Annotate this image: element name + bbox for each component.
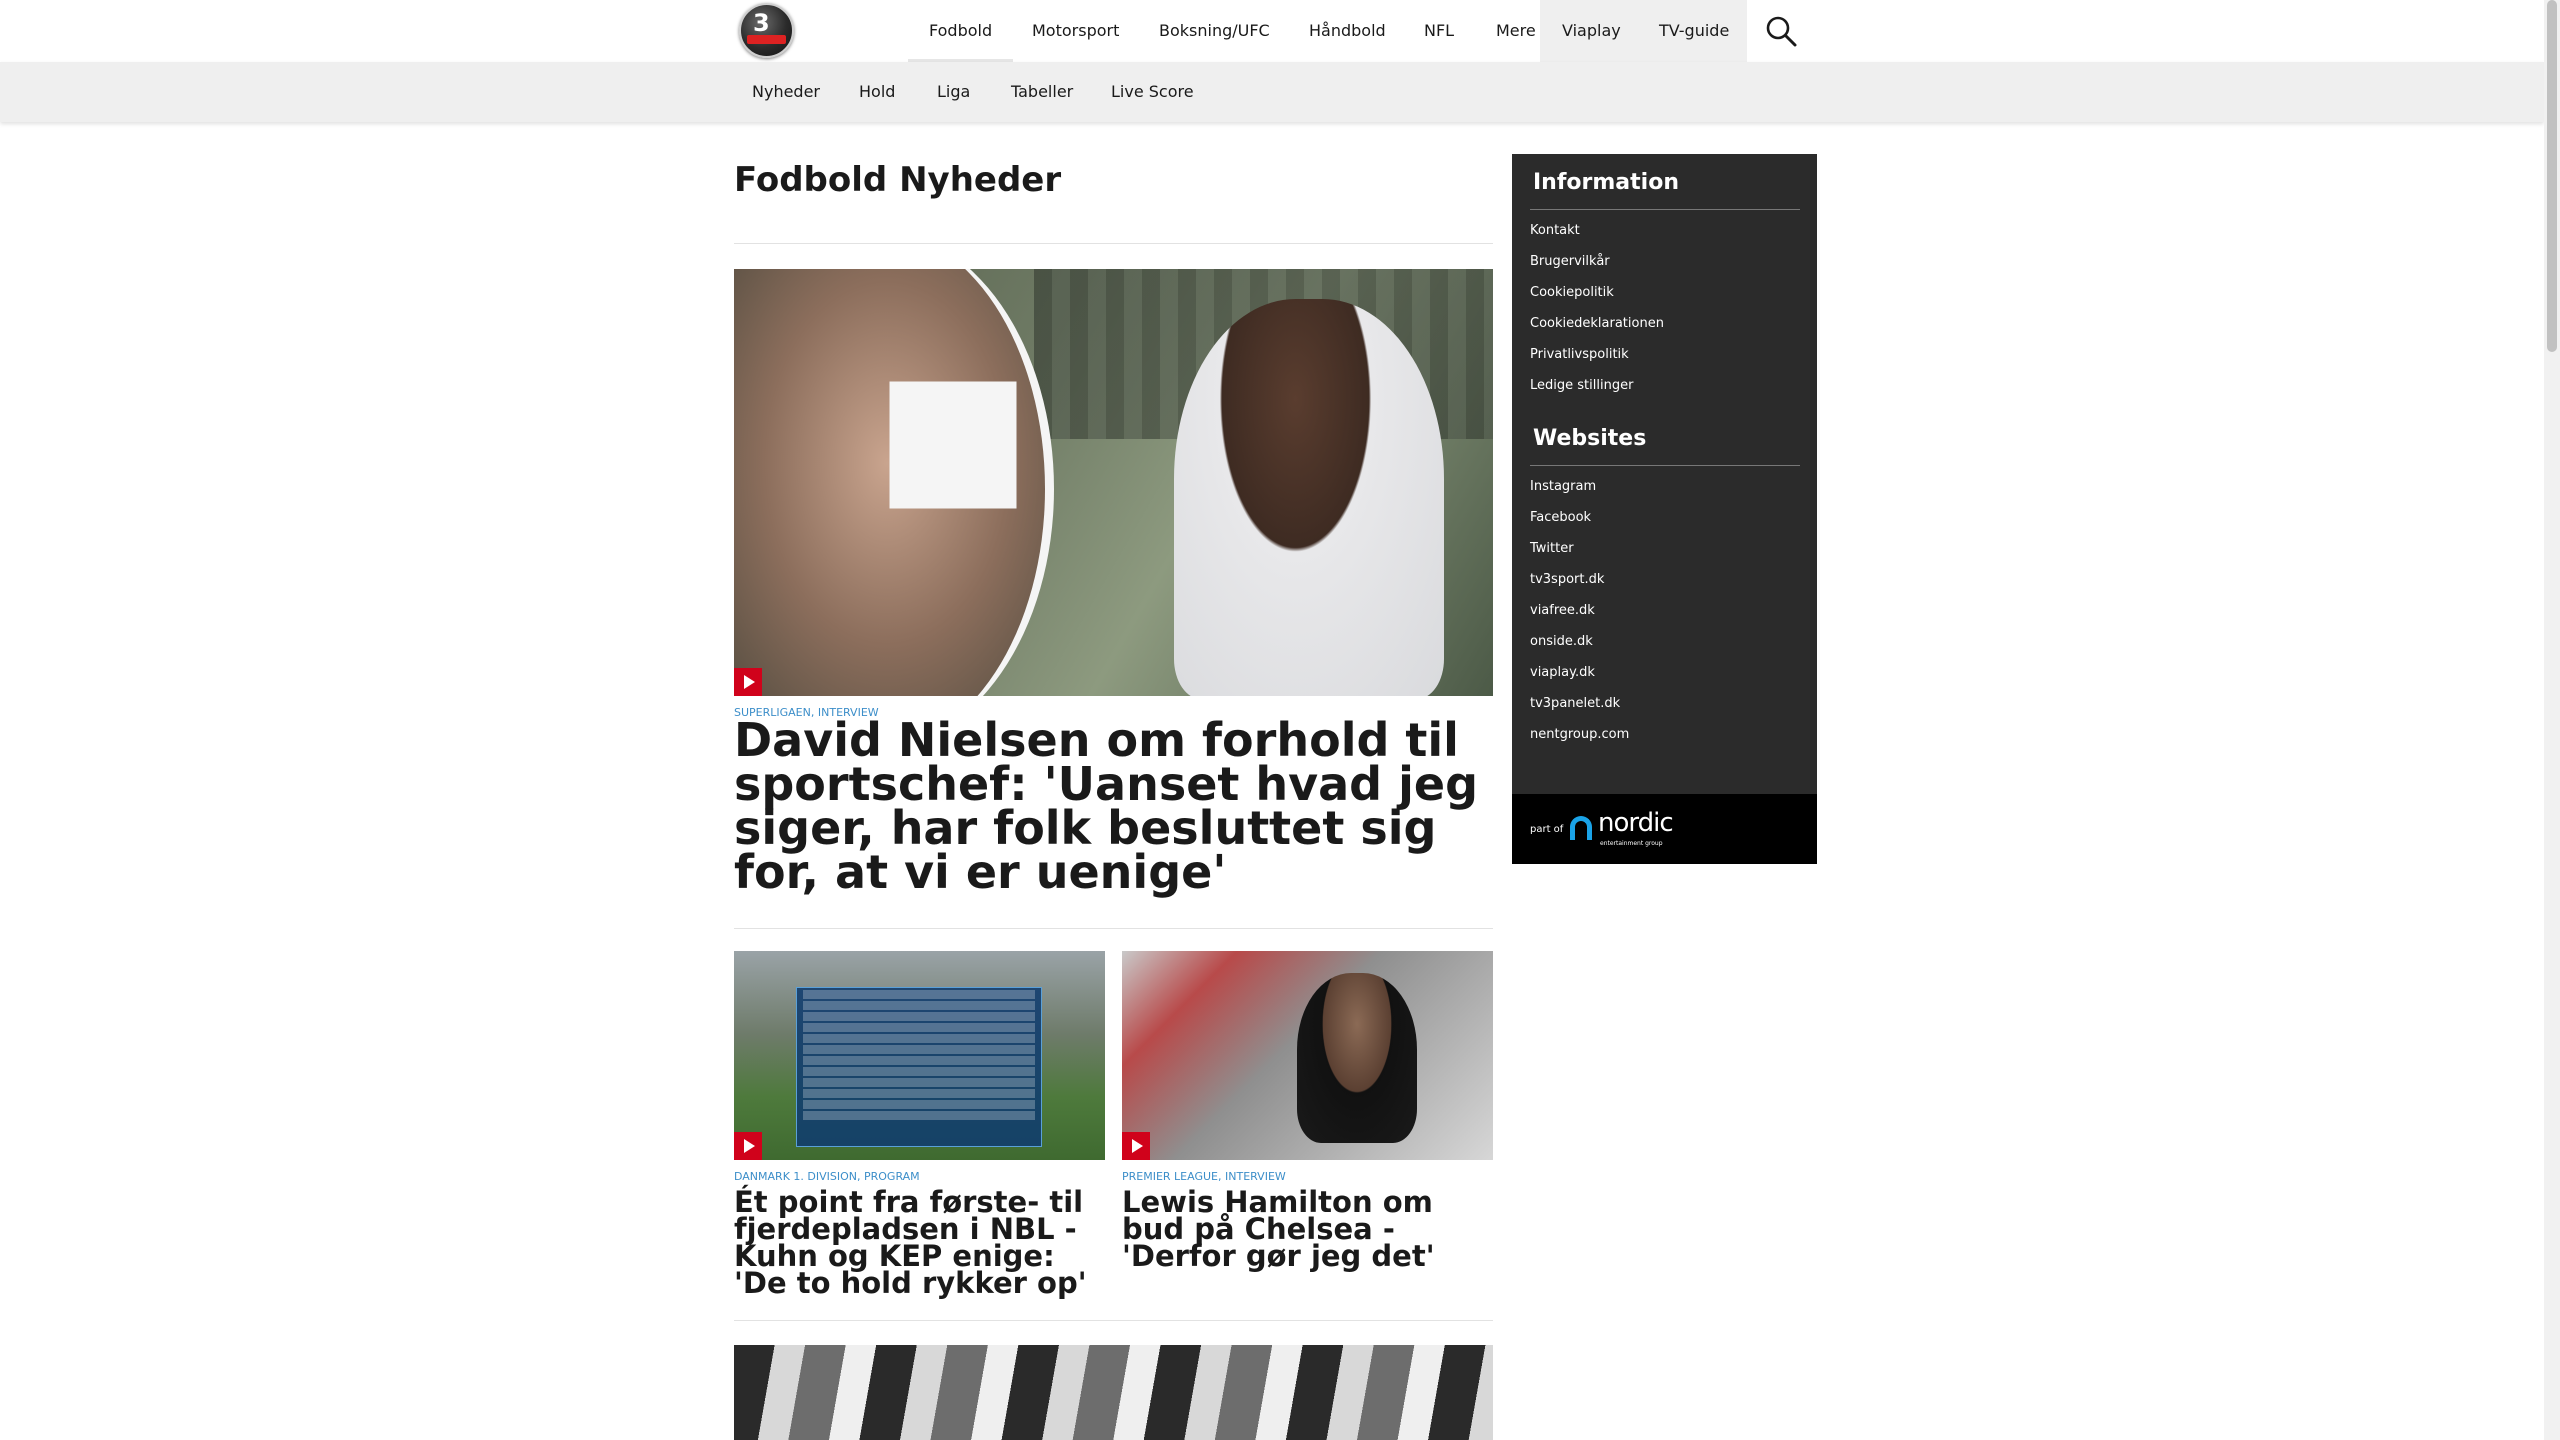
nav-mere[interactable]: Mere <box>1496 0 1536 62</box>
coach-portrait <box>734 269 1054 696</box>
play-icon[interactable] <box>1122 1132 1150 1160</box>
sidebar-link-brugervilkar[interactable]: Brugervilkår <box>1530 254 1610 269</box>
sidebar-link-kontakt[interactable]: Kontakt <box>1530 223 1580 238</box>
tag-link[interactable]: INTERVIEW <box>1225 1170 1286 1183</box>
nav-tv-guide[interactable]: TV-guide <box>1659 0 1729 62</box>
interviewee-figure <box>1174 299 1444 696</box>
sidebar-link-facebook[interactable]: Facebook <box>1530 510 1591 525</box>
nav-motorsport[interactable]: Motorsport <box>1032 0 1119 62</box>
page-title-light: Fodbold <box>734 160 888 200</box>
hero-divider <box>734 928 1493 929</box>
nav-boksning-ufc[interactable]: Boksning/UFC <box>1159 0 1270 62</box>
information-heading: Information <box>1533 170 1679 195</box>
nav-nfl[interactable]: NFL <box>1424 0 1454 62</box>
sidebar-link-tv3sport[interactable]: tv3sport.dk <box>1530 572 1604 587</box>
nordic-brand-subtext: entertainment group <box>1600 840 1663 847</box>
cards-divider <box>734 1320 1493 1321</box>
card-headline[interactable]: Ét point fra første- til fjerdepladsen i… <box>734 1188 1109 1298</box>
search-icon[interactable] <box>1764 14 1798 48</box>
page-title-bold: Nyheder <box>899 160 1062 200</box>
article-image[interactable] <box>734 1345 1493 1440</box>
top-navigation: 3 Fodbold Motorsport Boksning/UFC Håndbo… <box>0 0 2560 62</box>
sub-navigation: Nyheder Hold Liga Tabeller Live Score <box>0 62 2544 122</box>
sidebar-rule <box>1530 465 1800 466</box>
nordic-brand-text: nordic <box>1598 808 1674 838</box>
hero-article-image[interactable] <box>734 269 1493 696</box>
page-scrollbar-thumb[interactable] <box>2547 0 2557 352</box>
nav-fodbold[interactable]: Fodbold <box>908 0 1014 62</box>
sidebar-link-twitter[interactable]: Twitter <box>1530 541 1574 556</box>
nordic-entertainment-logo[interactable] <box>1570 816 1592 840</box>
subnav-live-score[interactable]: Live Score <box>1111 62 1194 122</box>
league-table-graphic <box>796 987 1042 1147</box>
article-card-image[interactable] <box>734 951 1105 1160</box>
tag-link[interactable]: PREMIER LEAGUE <box>1122 1170 1218 1183</box>
play-icon[interactable] <box>734 1132 762 1160</box>
sidebar-rule <box>1530 209 1800 210</box>
article-card-image[interactable] <box>1122 951 1493 1160</box>
title-divider <box>734 243 1493 244</box>
sidebar-link-onside[interactable]: onside.dk <box>1530 634 1593 649</box>
sidebar-link-nentgroup[interactable]: nentgroup.com <box>1530 727 1629 742</box>
card-headline[interactable]: Lewis Hamilton om bud på Chelsea - 'Derf… <box>1122 1188 1497 1271</box>
page-title: Fodbold Nyheder <box>734 160 1061 200</box>
driver-portrait <box>1297 973 1417 1143</box>
sidebar: Information Kontakt Brugervilkår Cookiep… <box>1512 154 1817 864</box>
sidebar-link-cookiedeklarationen[interactable]: Cookiedeklarationen <box>1530 316 1664 331</box>
sidebar-link-privatlivspolitik[interactable]: Privatlivspolitik <box>1530 347 1629 362</box>
sidebar-link-viaplay[interactable]: viaplay.dk <box>1530 665 1595 680</box>
sidebar-link-ledige-stillinger[interactable]: Ledige stillinger <box>1530 378 1633 393</box>
nav-viaplay[interactable]: Viaplay <box>1562 0 1621 62</box>
subnav-liga[interactable]: Liga <box>937 62 970 122</box>
sidebar-link-instagram[interactable]: Instagram <box>1530 479 1596 494</box>
sidebar-link-tv3panelet[interactable]: tv3panelet.dk <box>1530 696 1620 711</box>
play-icon[interactable] <box>734 668 762 696</box>
sidebar-link-cookiepolitik[interactable]: Cookiepolitik <box>1530 285 1614 300</box>
subnav-hold[interactable]: Hold <box>859 62 895 122</box>
part-of-label: part of <box>1530 824 1564 835</box>
subnav-tabeller[interactable]: Tabeller <box>1011 62 1073 122</box>
tag-link[interactable]: DANMARK 1. DIVISION <box>734 1170 857 1183</box>
tv3-sport-logo[interactable]: 3 <box>739 3 794 58</box>
subnav-nyheder[interactable]: Nyheder <box>752 62 820 122</box>
hero-headline[interactable]: David Nielsen om forhold til sportschef:… <box>734 717 1493 895</box>
nav-handbold[interactable]: Håndbold <box>1309 0 1386 62</box>
sidebar-link-viafree[interactable]: viafree.dk <box>1530 603 1595 618</box>
card-tags: PREMIER LEAGUE, INTERVIEW <box>1122 1170 1286 1183</box>
sidebar-footer: part of nordic entertainment group <box>1512 794 1817 864</box>
tag-link[interactable]: PROGRAM <box>864 1170 920 1183</box>
websites-heading: Websites <box>1533 426 1647 451</box>
card-tags: DANMARK 1. DIVISION, PROGRAM <box>734 1170 920 1183</box>
